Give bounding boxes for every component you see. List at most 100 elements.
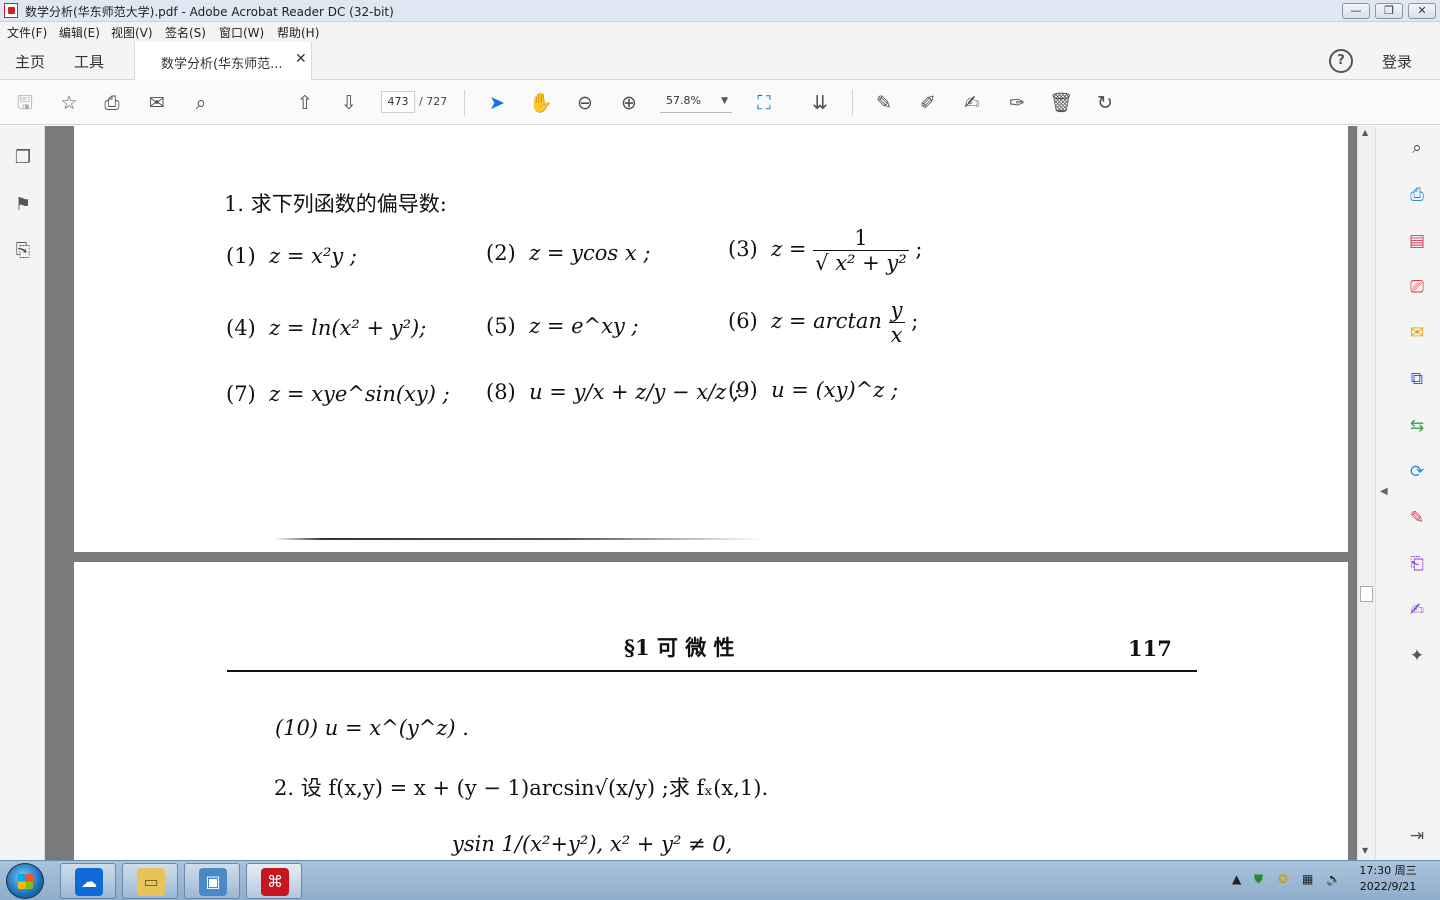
save-icon[interactable]: 🖫 <box>12 90 38 116</box>
item-8: (8) u = y/x + z/y − x/z ; <box>486 380 740 404</box>
zoom-dropdown[interactable]: 57.8% ▼ <box>660 91 732 113</box>
scroll-up-icon[interactable]: ▲ <box>1362 128 1368 137</box>
tab-document[interactable]: 数学分析(华东师范... ✕ <box>134 42 312 80</box>
item-7: (7) z = xye^sin(xy) ; <box>226 382 450 406</box>
header-rule <box>227 670 1197 672</box>
item-9: (9) u = (xy)^z ; <box>728 378 899 402</box>
compress-icon[interactable]: ⇆ <box>1405 414 1429 438</box>
page-thumbnails-icon[interactable]: ❐ <box>11 146 35 170</box>
combine-files-icon[interactable]: ⧉ <box>1405 367 1429 391</box>
pdf-page-473: §1 可 微 性 117 (10) u = x^(y^z) . 2. 设 f(x… <box>74 562 1348 860</box>
menu-view[interactable]: 视图(V) <box>111 24 153 41</box>
tray-overflow-icon[interactable]: ▲ <box>1232 872 1241 886</box>
menu-help[interactable]: 帮助(H) <box>277 24 319 41</box>
menu-edit[interactable]: 编辑(E) <box>59 24 100 41</box>
star-icon[interactable]: ☆ <box>56 90 82 116</box>
problem-3-partial: ysin 1/(x²+y²), x² + y² ≠ 0, <box>452 832 733 856</box>
select-cursor-icon[interactable]: ➤ <box>484 90 510 116</box>
attachment-icon[interactable]: ⎘ <box>11 239 35 263</box>
toolbar-separator <box>852 90 853 116</box>
help-icon[interactable]: ? <box>1329 49 1353 73</box>
close-window-button[interactable]: ✕ <box>1408 3 1436 19</box>
tab-home[interactable]: 主页 <box>15 51 45 72</box>
left-navigation-panel: ❐ ⚑ ⎘ <box>0 126 45 860</box>
collapse-right-panel-icon[interactable]: ⇥ <box>1405 824 1429 848</box>
acrobat-icon: ⌘ <box>261 868 289 896</box>
problem-2: 2. 设 f(x,y) = x + (y − 1)arcsin√(x/y) ;求… <box>274 776 769 800</box>
minimize-button[interactable]: — <box>1342 3 1370 19</box>
close-tab-icon[interactable]: ✕ <box>295 51 307 67</box>
bookmark-icon[interactable]: ⚑ <box>11 193 35 217</box>
start-button[interactable] <box>6 863 44 899</box>
item-3: (3) z = 1 √ x² + y² ; <box>728 226 923 275</box>
next-page-icon[interactable]: ⇩ <box>336 90 362 116</box>
windows-taskbar: ☁ ▭ ▣ ⌘ <box>0 860 1440 900</box>
scroll-mode-icon[interactable]: ⇊ <box>807 90 833 116</box>
chevron-down-icon: ▼ <box>721 96 728 106</box>
scrollbar-thumb[interactable] <box>1360 586 1373 602</box>
image-viewer-icon: ▣ <box>199 868 227 896</box>
taskbar-app-teamviewer[interactable]: ☁ <box>60 863 116 899</box>
item-4: (4) z = ln(x² + y²); <box>226 316 427 340</box>
scan-icon[interactable]: ⟳ <box>1405 460 1429 484</box>
menu-window[interactable]: 窗口(W) <box>219 24 264 41</box>
clock-time: 17:30 周三 <box>1359 864 1417 877</box>
cloud-app-icon: ☁ <box>75 868 103 896</box>
delete-icon[interactable]: 🗑 <box>1048 90 1074 116</box>
clock-date: 2022/9/21 <box>1359 880 1417 893</box>
menu-file[interactable]: 文件(F) <box>7 24 47 41</box>
toolbar-separator <box>464 90 465 116</box>
item-6: (6) z = arctan yx ; <box>728 298 919 347</box>
restore-button[interactable]: ❐ <box>1375 3 1403 19</box>
scroll-down-icon[interactable]: ▼ <box>1362 846 1368 855</box>
print-icon[interactable]: ⎙ <box>99 90 125 116</box>
folder-icon: ▭ <box>137 868 165 896</box>
export-pdf-icon[interactable]: ⎚ <box>1405 275 1429 299</box>
network-icon[interactable]: ▦ <box>1302 872 1313 886</box>
organize-pages-icon[interactable]: ▤ <box>1405 229 1429 253</box>
problem-1-heading: 1. 求下列函数的偏导数: <box>224 192 447 216</box>
update-icon[interactable]: ✪ <box>1278 872 1288 886</box>
taskbar-app-acrobat[interactable]: ⌘ <box>246 863 302 899</box>
email-icon[interactable]: ✉ <box>144 90 170 116</box>
fill-sign-icon[interactable]: ✎ <box>1405 506 1429 530</box>
taskbar-app-picture[interactable]: ▣ <box>184 863 240 899</box>
scan-artifact-line <box>274 538 764 540</box>
expand-right-panel-icon[interactable]: ◀ <box>1380 486 1388 497</box>
window-title: 数学分析(华东师范大学).pdf - Adobe Acrobat Reader … <box>25 5 394 19</box>
protect-icon[interactable]: ⎗ <box>1405 552 1429 576</box>
draw-icon[interactable]: ✍ <box>959 90 985 116</box>
rotate-icon[interactable]: ↻ <box>1092 90 1118 116</box>
security-shield-icon[interactable]: ⛊ <box>1254 872 1263 887</box>
fit-page-icon[interactable]: ⛶ <box>751 90 777 116</box>
create-pdf-icon[interactable]: ⎙ <box>1405 183 1429 207</box>
login-button[interactable]: 登录 <box>1382 51 1412 72</box>
stamp-icon[interactable]: ✑ <box>1004 90 1030 116</box>
vertical-scrollbar[interactable]: ▲ ▼ <box>1357 126 1375 860</box>
zoom-search-icon[interactable]: ⌕ <box>188 90 214 116</box>
search-zoom-icon[interactable]: ⌕ <box>1405 136 1429 160</box>
section-header: §1 可 微 性 <box>624 635 735 660</box>
highlight-icon[interactable]: ✐ <box>915 90 941 116</box>
tab-tools[interactable]: 工具 <box>74 51 104 72</box>
zoom-value: 57.8% <box>666 94 701 107</box>
comment-tool-icon[interactable]: ✉ <box>1405 321 1429 345</box>
taskbar-app-explorer[interactable]: ▭ <box>122 863 178 899</box>
signature-icon[interactable]: ✍ <box>1405 598 1429 622</box>
more-tools-icon[interactable]: ✦ <box>1405 644 1429 668</box>
title-bar: 数学分析(华东师范大学).pdf - Adobe Acrobat Reader … <box>0 0 1440 22</box>
document-viewer[interactable]: 1. 求下列函数的偏导数: (1) z = x²y ; (2) z = ycos… <box>45 126 1357 860</box>
volume-icon[interactable]: 🔊 <box>1326 872 1341 886</box>
previous-page-icon[interactable]: ⇧ <box>292 90 318 116</box>
item-2: (2) z = ycos x ; <box>486 241 651 265</box>
zoom-out-icon[interactable]: ⊖ <box>572 90 598 116</box>
pdf-page-472: 1. 求下列函数的偏导数: (1) z = x²y ; (2) z = ycos… <box>74 126 1348 552</box>
hand-tool-icon[interactable]: ✋ <box>528 90 554 116</box>
system-clock[interactable]: 17:30 周三 2022/9/21 <box>1356 863 1420 895</box>
item-10: (10) u = x^(y^z) . <box>275 716 469 740</box>
menu-sign[interactable]: 签名(S) <box>165 24 206 41</box>
comment-icon[interactable]: ✎ <box>871 90 897 116</box>
page-number: 117 <box>1128 636 1172 661</box>
page-number-input[interactable]: 473 <box>381 91 415 113</box>
zoom-in-icon[interactable]: ⊕ <box>616 90 642 116</box>
